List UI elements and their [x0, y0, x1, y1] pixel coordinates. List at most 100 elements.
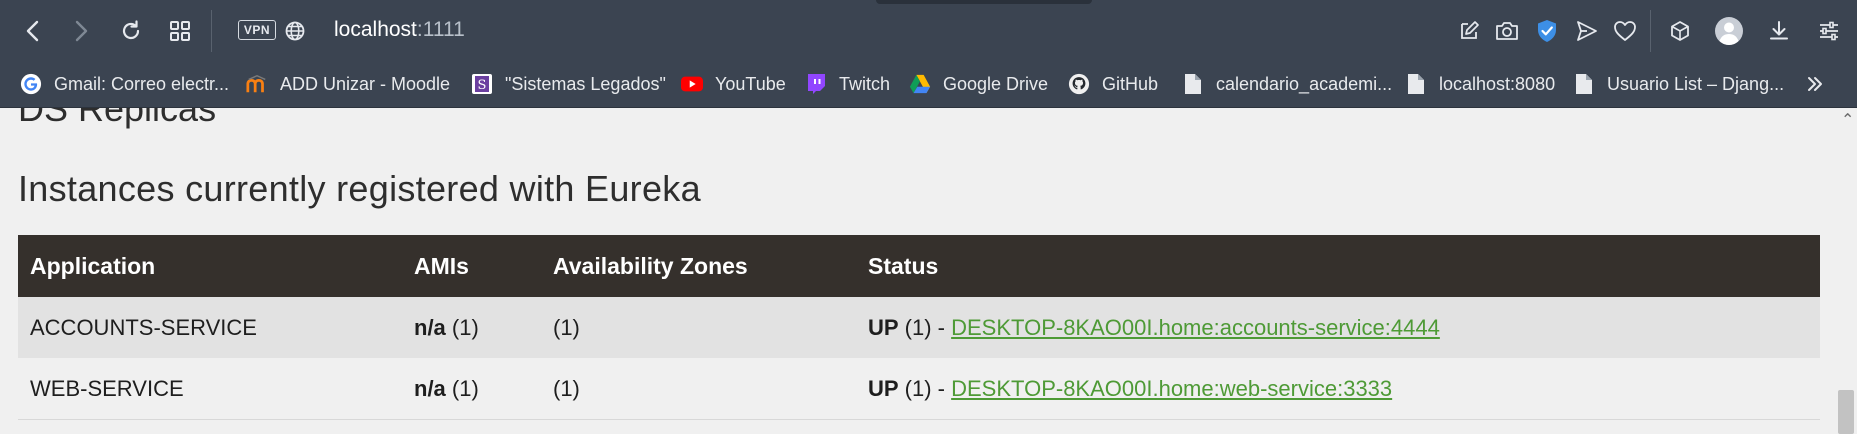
forward-button[interactable] [64, 14, 98, 48]
section-title: Instances currently registered with Eure… [18, 168, 701, 209]
bookmark-label: GitHub [1102, 73, 1159, 94]
site-info-button[interactable] [278, 14, 312, 48]
amis-cell: n/a (1) [402, 358, 541, 420]
bookmark-google-drive[interactable]: Google Drive [909, 62, 1048, 106]
bookmark-label: "Sistemas Legados" [505, 73, 666, 94]
ami-count: (1) [445, 375, 479, 401]
file-icon [1573, 73, 1595, 95]
scrollbar-thumb[interactable] [1838, 390, 1854, 434]
bookmark-calendario[interactable]: calendario_academi... [1182, 62, 1392, 106]
status-cell: UP (1) - DESKTOP-8KAO00I.home:web-servic… [856, 358, 1820, 420]
scroll-up-arrow[interactable]: ⌃ [1841, 110, 1854, 130]
twitch-icon [805, 73, 827, 95]
svg-text:S: S [478, 78, 487, 93]
back-button[interactable] [16, 14, 50, 48]
table-row: WEB-SERVICE n/a (1) (1) UP (1) - DESKTOP… [18, 358, 1820, 420]
edit-page-icon [1461, 21, 1479, 39]
url-host: localhost [334, 18, 417, 41]
bookmark-sistemas-legados[interactable]: S "Sistemas Legados" [471, 62, 666, 106]
bookmark-label: Twitch [839, 73, 891, 94]
table-row: ACCOUNTS-SERVICE n/a (1) (1) UP (1) - DE… [18, 297, 1820, 358]
moodle-icon [246, 73, 268, 95]
bookmark-label: localhost:8080 [1439, 73, 1556, 94]
shield-check-icon [1538, 20, 1556, 42]
speed-dial-button[interactable] [163, 14, 197, 48]
status-value: UP [868, 314, 899, 340]
bookmark-label: Usuario List – Djang... [1607, 73, 1785, 94]
tab-strip-edge [876, 0, 1092, 4]
camera-icon [1496, 22, 1518, 40]
column-header-amis: AMIs [402, 235, 541, 297]
tracker-blocker-button[interactable] [1530, 14, 1564, 48]
grid-icon [170, 21, 190, 41]
downloads-button[interactable] [1762, 14, 1796, 48]
address-bar[interactable]: localhost:1111 [334, 18, 465, 42]
screenshot-button[interactable] [1490, 14, 1524, 48]
instance-link[interactable]: DESKTOP-8KAO00I.home:accounts-service:44… [951, 315, 1440, 340]
bookmark-label: Google Drive [943, 73, 1049, 94]
bookmark-twitch[interactable]: Twitch [805, 62, 890, 106]
file-icon [1405, 73, 1427, 95]
column-header-application: Application [18, 235, 402, 297]
column-header-availability-zones: Availability Zones [541, 235, 856, 297]
globe-icon [285, 21, 305, 41]
browser-toolbar: VPN localhost:1111 [0, 0, 1857, 62]
favorites-button[interactable] [1608, 14, 1642, 48]
application-cell: WEB-SERVICE [18, 358, 402, 420]
bookmark-github[interactable]: GitHub [1068, 62, 1158, 106]
download-icon [1770, 21, 1788, 40]
avatar-icon [1715, 17, 1743, 45]
bookmark-localhost-8080[interactable]: localhost:8080 [1405, 62, 1555, 106]
instances-table: Application AMIs Availability Zones Stat… [18, 235, 1820, 420]
ami-count: (1) [445, 314, 479, 340]
reload-button[interactable] [114, 14, 148, 48]
ds-replicas-heading: DS Replicas [18, 108, 217, 129]
instance-link[interactable]: DESKTOP-8KAO00I.home:web-service:3333 [951, 376, 1392, 401]
page-content: DS Replicas Instances currently register… [0, 108, 1857, 434]
edit-page-button[interactable] [1452, 14, 1486, 48]
toolbar-divider [211, 10, 212, 52]
status-value: UP [868, 375, 899, 401]
send-icon [1577, 21, 1597, 41]
profile-button[interactable] [1712, 14, 1746, 48]
table-header-row: Application AMIs Availability Zones Stat… [18, 235, 1820, 297]
bookmark-label: calendario_academi... [1216, 73, 1393, 94]
extensions-button[interactable] [1663, 14, 1697, 48]
sliders-icon [1820, 21, 1838, 41]
heart-icon [1614, 21, 1636, 41]
more-bookmarks-button[interactable] [1800, 70, 1830, 98]
zones-cell: (1) [541, 297, 856, 358]
cube-icon [1671, 21, 1689, 41]
url-port: :1111 [416, 18, 465, 41]
status-count: (1) - [898, 375, 952, 401]
bookmark-label: Gmail: Correo electr... [54, 73, 230, 94]
bookmark-youtube[interactable]: YouTube [681, 62, 786, 106]
chevron-left-icon [26, 20, 39, 42]
toolbar-divider [1650, 10, 1651, 52]
bookmark-s-icon: S [471, 73, 493, 95]
reload-icon [122, 20, 140, 40]
bookmark-label: ADD Unizar - Moodle [280, 73, 451, 94]
bookmark-label: YouTube [715, 73, 786, 94]
double-chevron-right-icon [1808, 77, 1822, 91]
easy-setup-button[interactable] [1812, 14, 1846, 48]
chevron-right-icon [75, 20, 88, 42]
gmail-icon [20, 73, 42, 95]
status-count: (1) - [898, 314, 952, 340]
bookmark-usuario-list[interactable]: Usuario List – Djang... [1573, 62, 1784, 106]
send-button[interactable] [1570, 14, 1604, 48]
youtube-icon [681, 73, 703, 95]
amis-cell: n/a (1) [402, 297, 541, 358]
status-cell: UP (1) - DESKTOP-8KAO00I.home:accounts-s… [856, 297, 1820, 358]
bookmarks-bar: Gmail: Correo electr... ADD Unizar - Moo… [0, 62, 1857, 108]
vpn-button[interactable]: VPN [238, 20, 276, 40]
google-drive-icon [909, 73, 931, 95]
zones-cell: (1) [541, 358, 856, 420]
column-header-status: Status [856, 235, 1820, 297]
github-icon [1068, 73, 1090, 95]
bookmark-moodle[interactable]: ADD Unizar - Moodle [246, 62, 450, 106]
ami-value: n/a [414, 375, 446, 401]
file-icon [1182, 73, 1204, 95]
bookmark-gmail[interactable]: Gmail: Correo electr... [20, 62, 229, 106]
ami-value: n/a [414, 314, 446, 340]
